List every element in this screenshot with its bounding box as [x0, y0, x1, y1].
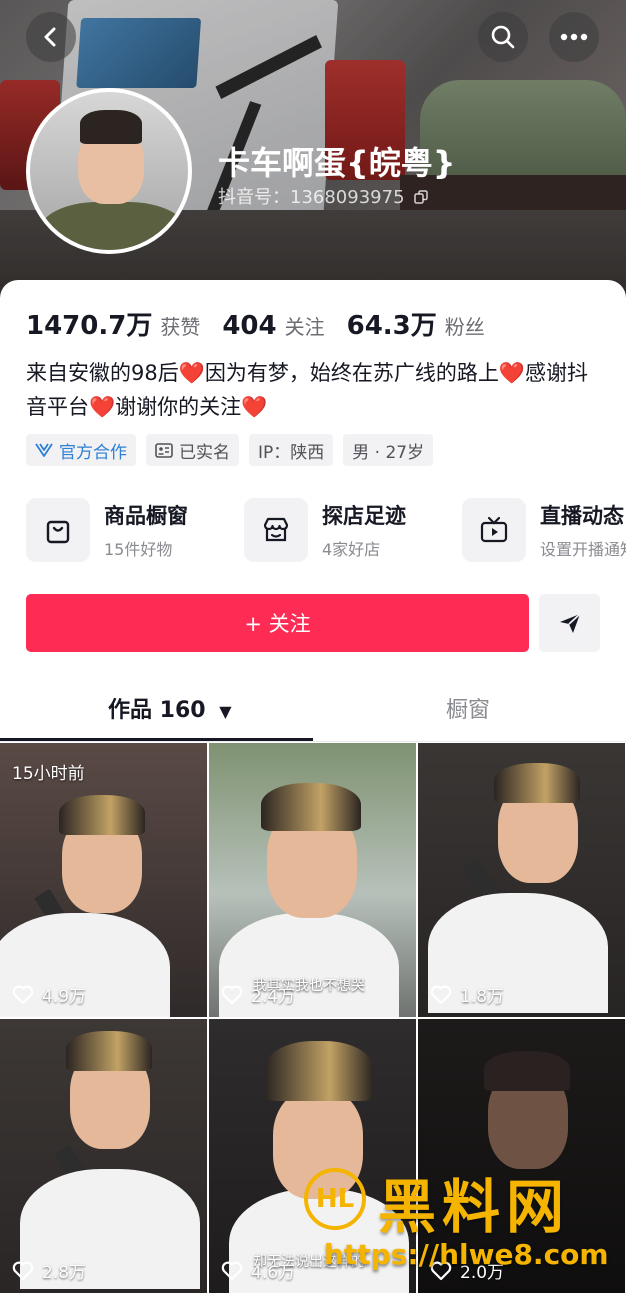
- likes-count: 2.4万: [251, 987, 296, 1007]
- service-title: 直播动态: [540, 504, 624, 528]
- services-row: 商品橱窗 15件好物 探店足迹 4家好店 直播动态 设置开播通知: [26, 497, 626, 563]
- following-count[interactable]: 404: [222, 311, 276, 341]
- heart-outline-icon: [221, 985, 243, 1004]
- service-title: 商品橱窗: [104, 504, 188, 528]
- tv-icon: [462, 498, 526, 562]
- douyin-id-text: 抖音号：1368093975: [218, 187, 405, 208]
- likes-count: 1470.7万: [26, 311, 153, 341]
- follow-button[interactable]: + 关注: [26, 594, 529, 652]
- shopping-bag-icon: [26, 498, 90, 562]
- tab-works[interactable]: 作品 160 ▼: [108, 692, 232, 724]
- bio-text-1: 来自安徽的98后: [26, 361, 179, 385]
- back-button[interactable]: [26, 12, 76, 62]
- followers-label[interactable]: 粉丝: [445, 311, 485, 340]
- likes-count: 4.9万: [42, 987, 87, 1007]
- tag-label: 官方合作: [59, 442, 127, 463]
- send-icon: [559, 613, 581, 633]
- tag-label: 男 · 27岁: [352, 442, 425, 463]
- video-thumbnail[interactable]: 2.8万: [0, 1019, 207, 1293]
- more-dots-icon: [560, 33, 588, 41]
- bio-text-2: 因为有梦，始终在苏广线的路上: [204, 361, 499, 385]
- video-thumbnail[interactable]: 15小时前 4.9万: [0, 743, 207, 1017]
- heart-outline-icon: [12, 985, 34, 1004]
- tab-works-label: 作品 160: [108, 698, 206, 723]
- tag-official-partner[interactable]: 官方合作: [26, 434, 136, 466]
- watermark: HL 黑料网 https://hlwe8.com: [300, 1160, 626, 1280]
- likes-count: 4.6万: [251, 1263, 296, 1283]
- store-icon: [244, 498, 308, 562]
- tag-label: IP：陕西: [258, 442, 325, 463]
- watermark-logo: HL: [304, 1168, 366, 1230]
- verified-icon: [35, 443, 53, 457]
- tag-gender-age: 男 · 27岁: [343, 434, 434, 466]
- back-arrow-icon: [44, 27, 56, 47]
- tag-ip-location: IP：陕西: [249, 434, 334, 466]
- more-button[interactable]: [549, 12, 599, 62]
- service-subtitle: 15件好物: [104, 540, 173, 559]
- heart-outline-icon: [12, 1261, 34, 1280]
- heart-outline-icon: [430, 985, 452, 1004]
- following-label[interactable]: 关注: [285, 311, 325, 340]
- video-likes: 2.8万: [12, 1258, 86, 1283]
- search-button[interactable]: [478, 12, 528, 62]
- tab-divider: [0, 741, 626, 742]
- nickname: 卡车啊蛋{皖粤}: [218, 144, 456, 182]
- likes-count: 2.8万: [42, 1263, 87, 1283]
- service-store-visits[interactable]: 探店足迹 4家好店: [244, 497, 406, 563]
- id-card-icon: [155, 442, 173, 458]
- video-likes: 2.4万: [221, 982, 295, 1007]
- profile-tags: 官方合作 已实名 IP：陕西 男 · 27岁: [26, 434, 434, 466]
- search-icon: [491, 25, 515, 49]
- dropdown-caret-icon: ▼: [219, 702, 232, 721]
- likes-label: 获赞: [160, 315, 201, 339]
- tab-shop-window[interactable]: 橱窗: [446, 692, 490, 724]
- service-subtitle: 4家好店: [322, 540, 381, 559]
- video-thumbnail[interactable]: 1.8万: [418, 743, 625, 1017]
- heart-outline-icon: [221, 1261, 243, 1280]
- share-button[interactable]: [539, 594, 600, 652]
- douyin-id[interactable]: 抖音号：1368093975: [218, 183, 429, 209]
- bio-text-4: 谢谢你的关注: [115, 395, 242, 419]
- video-likes: 4.9万: [12, 982, 86, 1007]
- service-subtitle: 设置开播通知: [540, 540, 626, 559]
- video-likes: 4.6万: [221, 1258, 295, 1283]
- video-time-badge: 15小时前: [12, 764, 85, 784]
- watermark-url: https://hlwe8.com: [324, 1238, 609, 1271]
- bio: 来自安徽的98后❤️因为有梦，始终在苏广线的路上❤️感谢抖音平台❤️谢谢你的关注…: [26, 356, 606, 424]
- video-thumbnail[interactable]: 我其实我也不想哭 2.4万: [209, 743, 416, 1017]
- watermark-text: 黑料网: [378, 1173, 571, 1241]
- video-likes: 1.8万: [430, 982, 504, 1007]
- service-live-updates[interactable]: 直播动态 设置开播通知: [462, 497, 626, 563]
- heart-emoji: ❤️: [89, 395, 116, 419]
- heart-emoji: ❤️: [241, 395, 268, 419]
- heart-emoji: ❤️: [178, 361, 205, 385]
- tag-verified-name[interactable]: 已实名: [146, 434, 239, 466]
- service-shop-window[interactable]: 商品橱窗 15件好物: [26, 497, 188, 563]
- heart-emoji: ❤️: [498, 361, 526, 385]
- avatar[interactable]: [26, 88, 192, 254]
- service-title: 探店足迹: [322, 504, 406, 528]
- tag-label: 已实名: [179, 442, 230, 463]
- followers-count[interactable]: 64.3万: [347, 305, 437, 342]
- likes-count: 1.8万: [460, 987, 505, 1007]
- copy-icon[interactable]: [414, 190, 429, 204]
- stats-row: 1470.7万 获赞 404 关注 64.3万 粉丝: [26, 305, 507, 342]
